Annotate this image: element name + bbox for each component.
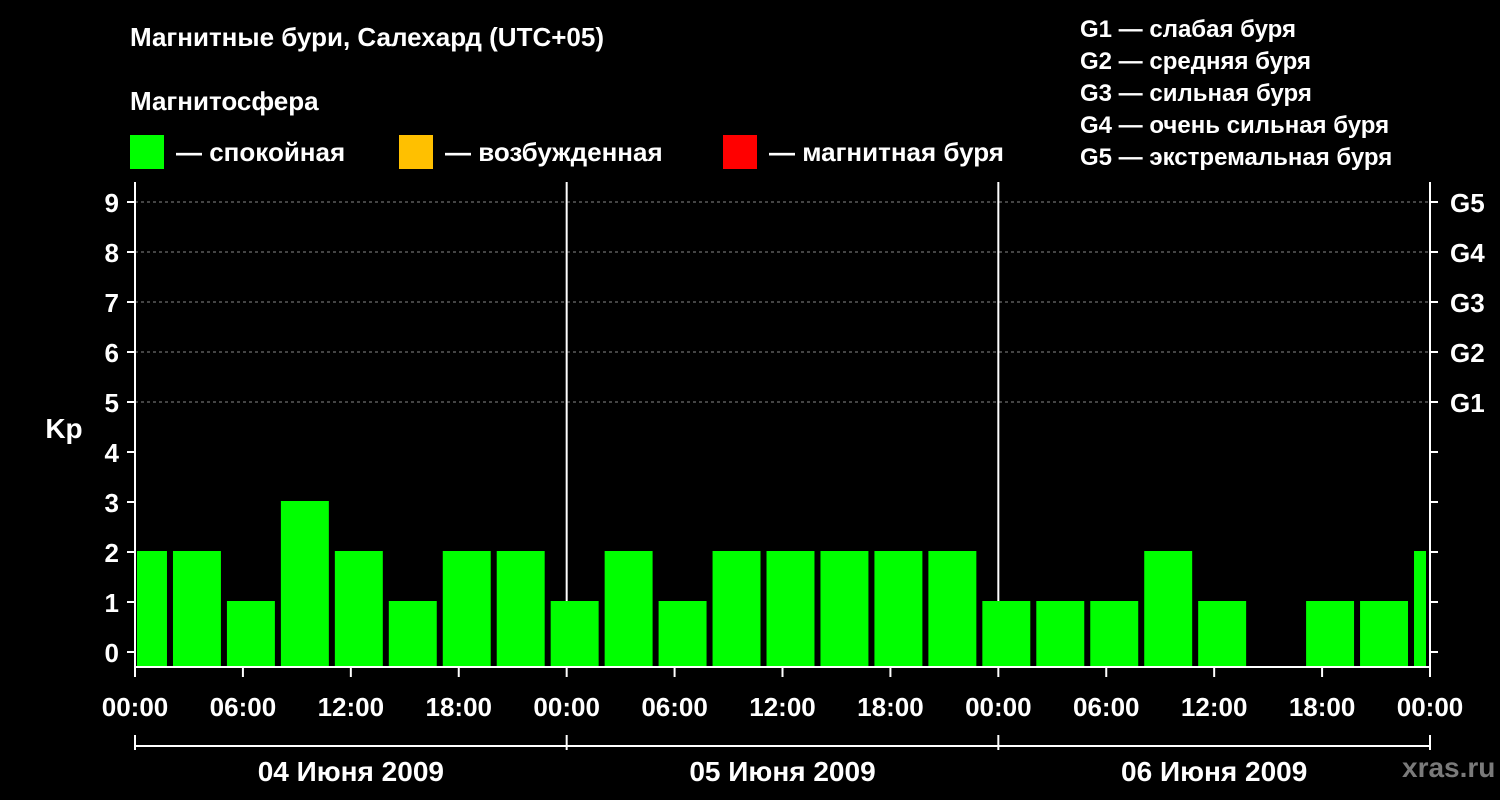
x-tick-label: 00:00	[965, 692, 1032, 722]
kp-bar	[604, 551, 653, 667]
y-tick-label: 9	[105, 188, 119, 218]
g-level-label: G3	[1450, 288, 1485, 318]
y-tick-label: 4	[105, 438, 120, 468]
kp-bar	[820, 551, 869, 667]
g-level-label: G4	[1450, 238, 1485, 268]
g-level-label: G1	[1450, 388, 1485, 418]
kp-bar	[712, 551, 761, 667]
kp-bar	[226, 601, 275, 667]
x-tick-label: 06:00	[1073, 692, 1140, 722]
day-label: 06 Июня 2009	[1121, 756, 1307, 787]
kp-bar	[137, 551, 167, 667]
x-tick-label: 18:00	[426, 692, 493, 722]
kp-bar	[1414, 551, 1426, 667]
g-level-label: G5	[1450, 188, 1485, 218]
x-tick-label: 18:00	[857, 692, 924, 722]
y-tick-label: 1	[105, 588, 119, 618]
day-label: 04 Июня 2009	[258, 756, 444, 787]
y-tick-label: 2	[105, 538, 119, 568]
y-tick-label: 0	[105, 638, 119, 668]
y-tick-label: 7	[105, 288, 119, 318]
x-tick-label: 12:00	[749, 692, 816, 722]
kp-bar	[1306, 601, 1355, 667]
kp-bar	[442, 551, 491, 667]
g-level-label: G2	[1450, 338, 1485, 368]
x-tick-label: 00:00	[102, 692, 169, 722]
y-tick-label: 6	[105, 338, 119, 368]
kp-chart: 0 1 2 3 4 5 6 7 8 9 G1 G2 G3 G4 G5 Kp 00:00 06:00 12:00 18:…	[45, 182, 1485, 787]
x-tick-label: 00:00	[533, 692, 600, 722]
kp-bar	[658, 601, 707, 667]
kp-bar	[1036, 601, 1085, 667]
kp-bar	[334, 551, 383, 667]
y-axis-label: Kp	[45, 413, 82, 444]
x-tick-label: 12:00	[1181, 692, 1248, 722]
kp-bar	[280, 501, 329, 667]
kp-bar	[928, 551, 977, 667]
kp-bar	[388, 601, 437, 667]
kp-bar	[766, 551, 815, 667]
kp-bar	[1360, 601, 1409, 667]
x-tick-label: 06:00	[641, 692, 708, 722]
y-tick-label: 8	[105, 238, 119, 268]
kp-bar	[496, 551, 545, 667]
kp-bar	[1144, 551, 1193, 667]
kp-bar	[1090, 601, 1139, 667]
y-tick-label: 5	[105, 388, 119, 418]
x-tick-label: 00:00	[1397, 692, 1464, 722]
kp-bar	[982, 601, 1031, 667]
kp-bar	[172, 551, 221, 667]
x-tick-label: 12:00	[318, 692, 385, 722]
kp-bar	[550, 601, 599, 667]
day-label: 05 Июня 2009	[689, 756, 875, 787]
y-tick-label: 3	[105, 488, 119, 518]
x-tick-label: 06:00	[210, 692, 277, 722]
kp-bar	[1198, 601, 1247, 667]
x-tick-label: 18:00	[1289, 692, 1356, 722]
kp-bar	[874, 551, 923, 667]
watermark: xras.ru	[1402, 752, 1496, 783]
